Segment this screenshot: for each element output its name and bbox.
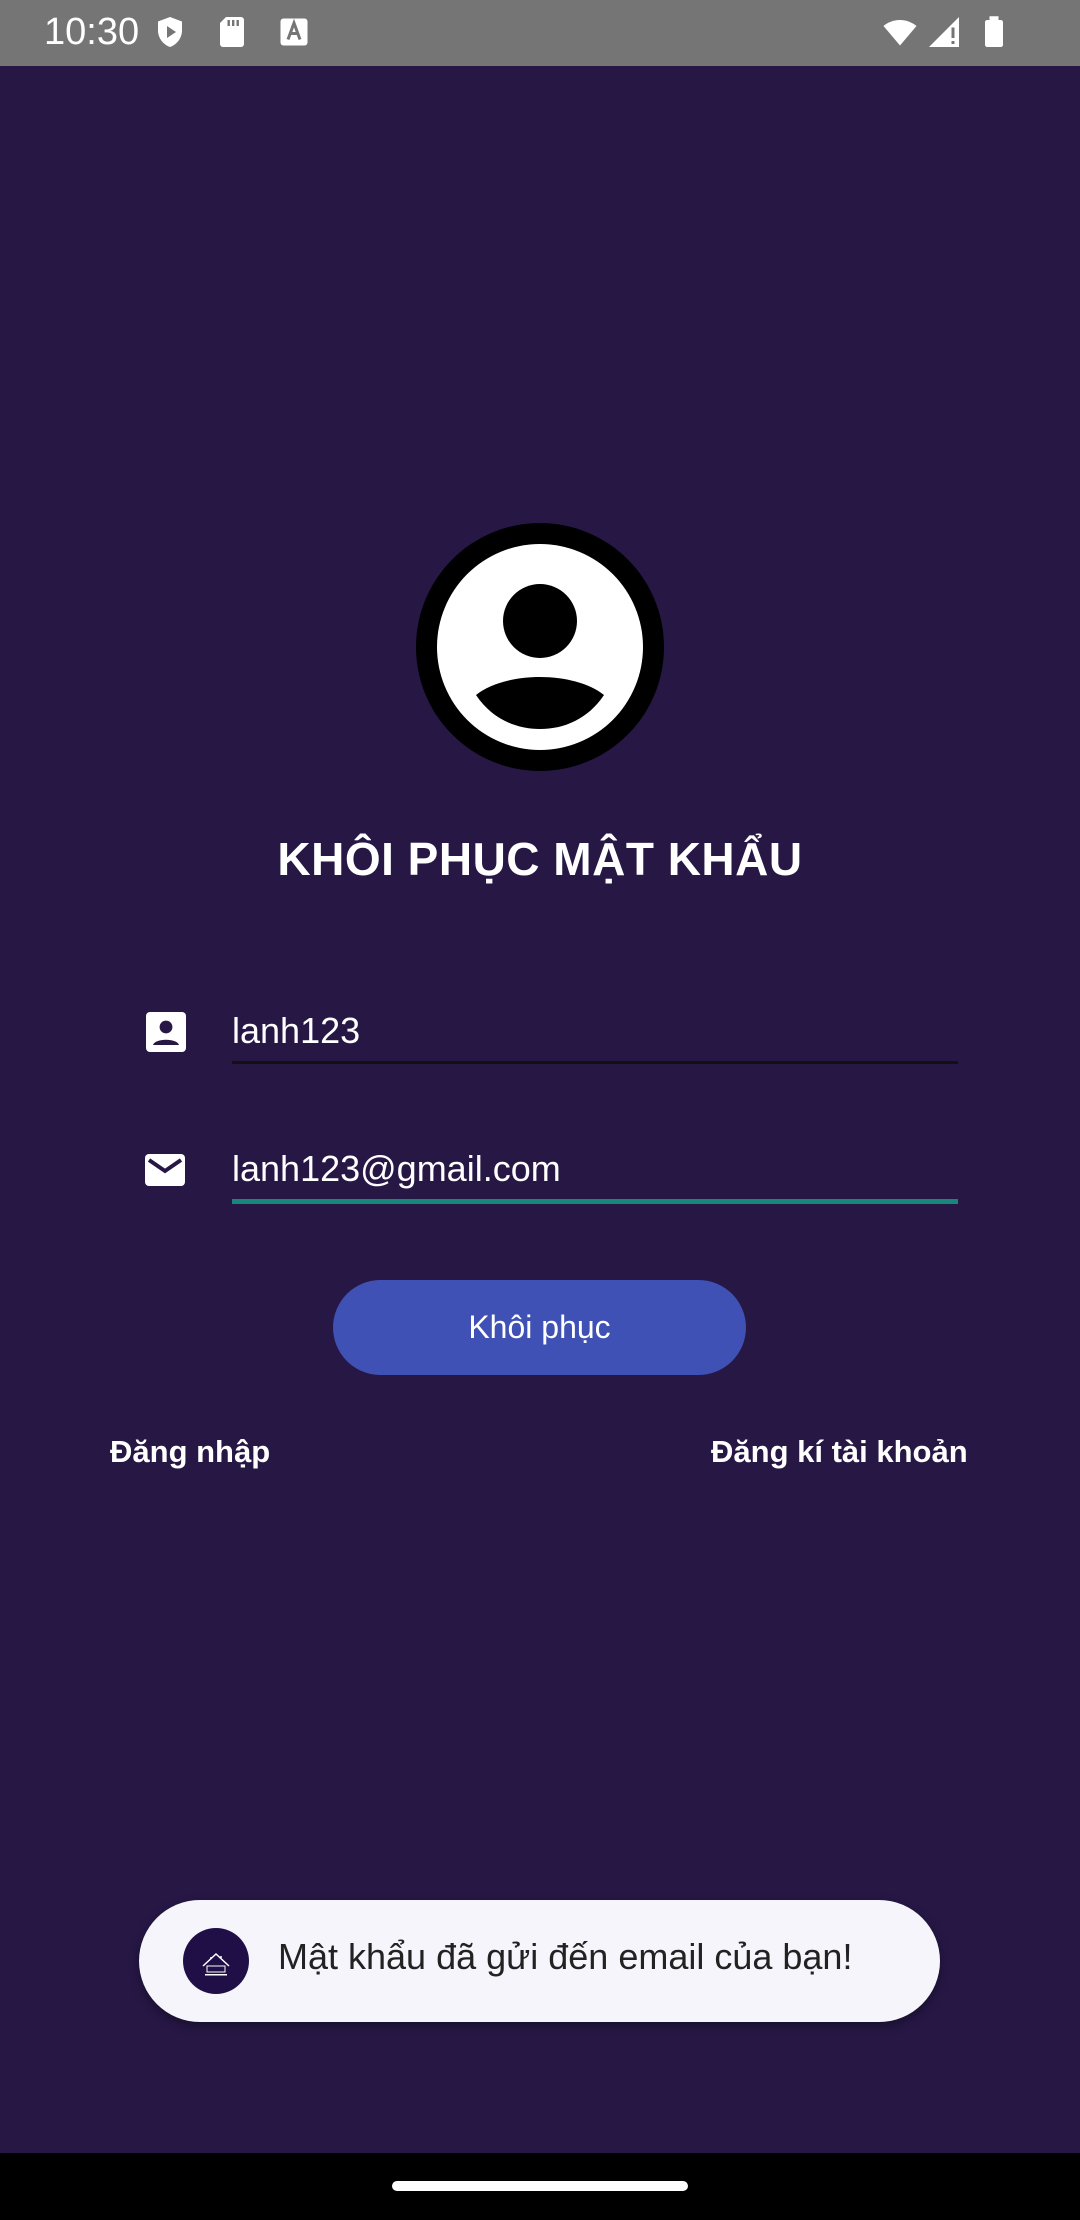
home-handle[interactable] — [392, 2181, 688, 2191]
mail-icon — [145, 1154, 185, 1186]
wifi-icon — [883, 20, 917, 46]
username-underline — [232, 1061, 958, 1064]
email-underline — [232, 1199, 958, 1204]
battery-icon — [985, 16, 1003, 47]
avatar-icon — [416, 523, 664, 771]
font-a-icon — [280, 18, 308, 46]
status-time: 10:30 — [44, 11, 140, 53]
email-field[interactable] — [232, 1138, 958, 1200]
contact-card-icon — [146, 1012, 186, 1052]
navigation-bar — [0, 2153, 1080, 2220]
recover-button[interactable]: Khôi phục — [333, 1280, 746, 1375]
app-logo-icon — [183, 1928, 249, 1994]
recover-password-screen: 10:30 KHÔI PHỤC MẬT KHẨU lanh123 lanh123… — [0, 0, 1080, 2220]
toast: Mật khẩu đã gửi đến email của bạn! — [139, 1900, 940, 2022]
sd-card-icon — [220, 17, 244, 47]
signal-icon — [929, 17, 959, 47]
register-link[interactable]: Đăng kí tài khoản — [711, 1434, 968, 1470]
username-field[interactable] — [232, 1000, 958, 1062]
toast-message: Mật khẩu đã gửi đến email của bạn! — [278, 1936, 853, 1977]
page-title: KHÔI PHỤC MẬT KHẨU — [277, 833, 803, 885]
login-link[interactable]: Đăng nhập — [110, 1434, 270, 1470]
shield-play-icon — [158, 17, 182, 47]
status-bar: 10:30 — [0, 0, 1080, 66]
